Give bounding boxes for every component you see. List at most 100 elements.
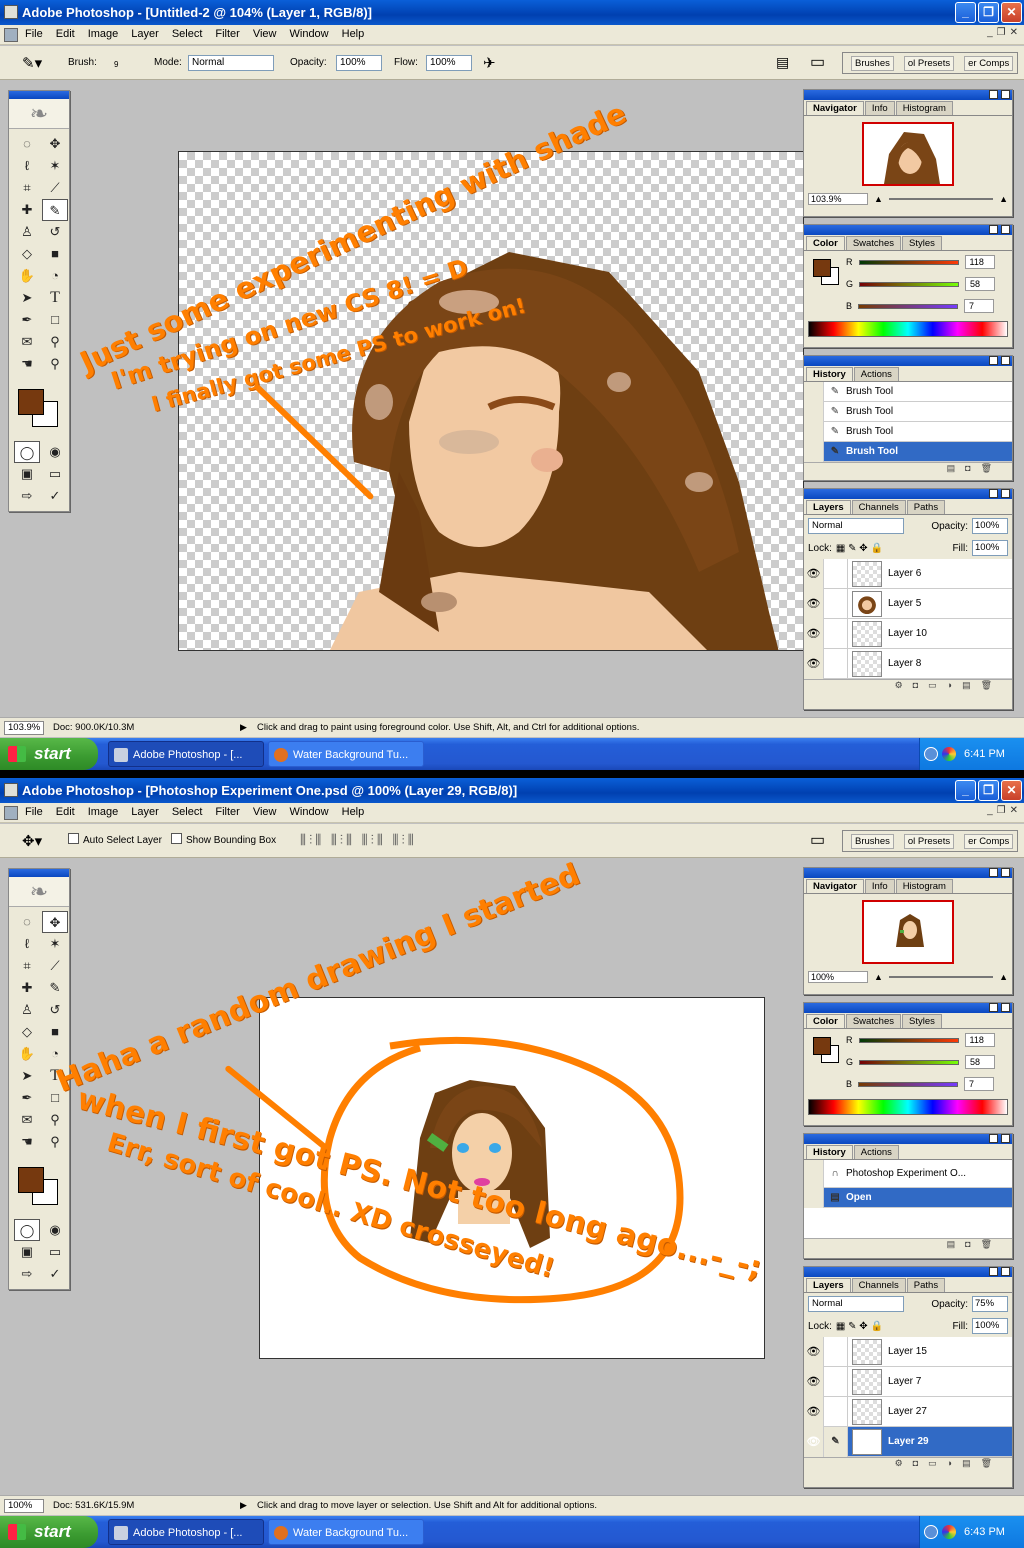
menu-help[interactable]: Help — [342, 28, 365, 40]
tab-paths[interactable]: Paths — [906, 1278, 946, 1292]
panel-close-icon[interactable] — [1001, 489, 1010, 498]
panel-minimize-icon[interactable] — [989, 1003, 998, 1012]
zoom-slider[interactable] — [888, 976, 994, 978]
red-value[interactable]: 118 — [964, 1033, 995, 1047]
green-value[interactable]: 58 — [965, 277, 996, 291]
panel-close-icon[interactable] — [1001, 225, 1010, 234]
tab-styles[interactable]: Styles — [902, 1014, 942, 1028]
restore-button[interactable]: ❐ — [978, 780, 999, 801]
layers-footer-icons[interactable]: ⚙◘▭◑▤🗑 — [804, 1457, 1012, 1471]
color-foreground[interactable] — [813, 1037, 831, 1055]
history-item-selected[interactable]: ✎ Brush Tool — [804, 441, 1012, 462]
close-button[interactable]: ✕ — [1001, 2, 1022, 23]
auto-select-checkbox[interactable] — [68, 833, 79, 844]
standard-mode-icon[interactable]: ◯ — [14, 441, 40, 463]
jump-to-imageready-icon[interactable]: ⇨ — [14, 1263, 40, 1285]
menu-select[interactable]: Select — [172, 806, 203, 818]
history-footer-icons[interactable]: ▤◘🗑 — [804, 1238, 1012, 1252]
layers-footer-icons[interactable]: ⚙◘▭◑▤🗑 — [804, 679, 1012, 693]
panel-minimize-icon[interactable] — [989, 90, 998, 99]
eye-icon[interactable]: 👁 — [804, 1396, 824, 1427]
zoom-in-icon[interactable]: ▲ — [999, 194, 1008, 204]
fullscreen-mode-icon[interactable]: ▭ — [42, 1241, 68, 1263]
eyedropper-icon[interactable]: ⚲ — [42, 331, 68, 353]
flow-field[interactable]: 100% — [426, 55, 472, 71]
eraser-tool-icon[interactable]: ◇ — [14, 1021, 40, 1043]
layer-row-selected[interactable]: 👁 ✎ Layer 29 — [804, 1426, 1012, 1457]
layer-row[interactable]: 👁 Layer 10 — [804, 618, 1012, 649]
panel-close-icon[interactable] — [1001, 1267, 1010, 1276]
tab-styles[interactable]: Styles — [902, 236, 942, 250]
menu-select[interactable]: Select — [172, 28, 203, 40]
fullscreen-mode-icon[interactable]: ▭ — [42, 463, 68, 485]
brush-tool-icon[interactable]: ✎ — [42, 199, 68, 221]
menu-layer[interactable]: Layer — [131, 28, 159, 40]
quickmask-mode-icon[interactable]: ◉ — [42, 1219, 68, 1241]
well-tool-presets-tab[interactable]: ol Presets — [903, 55, 955, 71]
lock-icons[interactable]: ▦ ✎ ✥ 🔒 — [836, 543, 883, 554]
layer-fill[interactable]: 100% — [972, 540, 1008, 556]
menu-filter[interactable]: Filter — [215, 28, 239, 40]
doc-close-button[interactable]: ✕ — [1010, 805, 1018, 816]
tab-swatches[interactable]: Swatches — [845, 236, 901, 250]
gradient-tool-icon[interactable]: ■ — [42, 243, 68, 265]
panel-close-icon[interactable] — [1001, 868, 1010, 877]
menu-file[interactable]: File — [25, 806, 43, 818]
hand-tool-icon[interactable]: ☚ — [14, 1131, 40, 1153]
brush-tool-icon[interactable]: ✎ — [42, 977, 68, 999]
feather-logo-icon[interactable]: ❧ — [9, 877, 69, 907]
navigator-thumbnail[interactable] — [862, 122, 954, 186]
history-brush-icon[interactable]: ↺ — [42, 999, 68, 1021]
menu-filter[interactable]: Filter — [215, 806, 239, 818]
dodge-tool-icon[interactable]: ◔ — [42, 265, 68, 287]
eye-icon[interactable]: 👁 — [804, 1336, 824, 1367]
clone-stamp-icon[interactable]: ♙ — [14, 221, 40, 243]
history-snapshot[interactable]: ∩ Photoshop Experiment O... — [804, 1159, 1012, 1188]
zoom-tool-icon[interactable]: ⚲ — [42, 353, 68, 375]
menu-help[interactable]: Help — [342, 806, 365, 818]
blue-value[interactable]: 7 — [964, 1077, 995, 1091]
path-select-icon[interactable]: ➤ — [14, 1065, 40, 1087]
doc-minimize-button[interactable]: _ — [987, 805, 993, 816]
tab-swatches[interactable]: Swatches — [845, 1014, 901, 1028]
color-swatches[interactable] — [14, 383, 64, 433]
marquee-tool-icon[interactable]: ◌ — [14, 911, 40, 933]
menu-view[interactable]: View — [253, 806, 277, 818]
green-slider[interactable] — [859, 1059, 960, 1065]
navigator-zoom[interactable]: 103.9% — [808, 193, 868, 205]
mode-select[interactable]: Normal — [188, 55, 274, 71]
navigator-thumbnail[interactable] — [862, 900, 954, 964]
layer-row[interactable]: 👁 Layer 6 — [804, 558, 1012, 589]
panel-close-icon[interactable] — [1001, 90, 1010, 99]
tab-info[interactable]: Info — [864, 101, 895, 115]
layer-row[interactable]: 👁 Layer 7 — [804, 1366, 1012, 1397]
align-buttons-icon[interactable]: ⫼⫶⫼ ⫼⫶⫼ ⫼⫶⫼ ⫼⫶⫼ — [300, 832, 417, 848]
tab-layers[interactable]: Layers — [806, 500, 851, 514]
palette-well-icon[interactable]: ▭ — [810, 830, 825, 850]
clone-stamp-icon[interactable]: ♙ — [14, 999, 40, 1021]
tab-info[interactable]: Info — [864, 879, 895, 893]
brush-preset-icon[interactable]: ✎▾ — [22, 54, 42, 72]
history-item[interactable]: ✎ Brush Tool — [804, 401, 1012, 422]
lasso-tool-icon[interactable]: ℓ — [14, 933, 40, 955]
menu-image[interactable]: Image — [88, 28, 119, 40]
feather-logo-icon[interactable]: ❧ — [9, 99, 69, 129]
menu-layer[interactable]: Layer — [131, 806, 159, 818]
doc-close-button[interactable]: ✕ — [1010, 27, 1018, 38]
doc-minimize-button[interactable]: _ — [987, 27, 993, 38]
well-layer-comps-tab[interactable]: er Comps — [964, 833, 1014, 849]
blue-slider[interactable] — [858, 303, 959, 309]
status-zoom[interactable]: 103.9% — [4, 721, 44, 735]
menu-image[interactable]: Image — [88, 806, 119, 818]
blue-value[interactable]: 7 — [964, 299, 995, 313]
blue-slider[interactable] — [858, 1081, 959, 1087]
lasso-tool-icon[interactable]: ℓ — [14, 155, 40, 177]
start-button[interactable]: start — [0, 738, 98, 770]
blur-tool-icon[interactable]: ✋ — [14, 1043, 40, 1065]
tab-layers[interactable]: Layers — [806, 1278, 851, 1292]
notes-tool-icon[interactable]: ✉ — [14, 331, 40, 353]
tab-histogram[interactable]: Histogram — [895, 879, 953, 893]
magic-wand-icon[interactable]: ✶ — [42, 155, 68, 177]
move-tool-icon[interactable]: ✥▾ — [22, 832, 42, 850]
tab-channels[interactable]: Channels — [851, 500, 906, 514]
